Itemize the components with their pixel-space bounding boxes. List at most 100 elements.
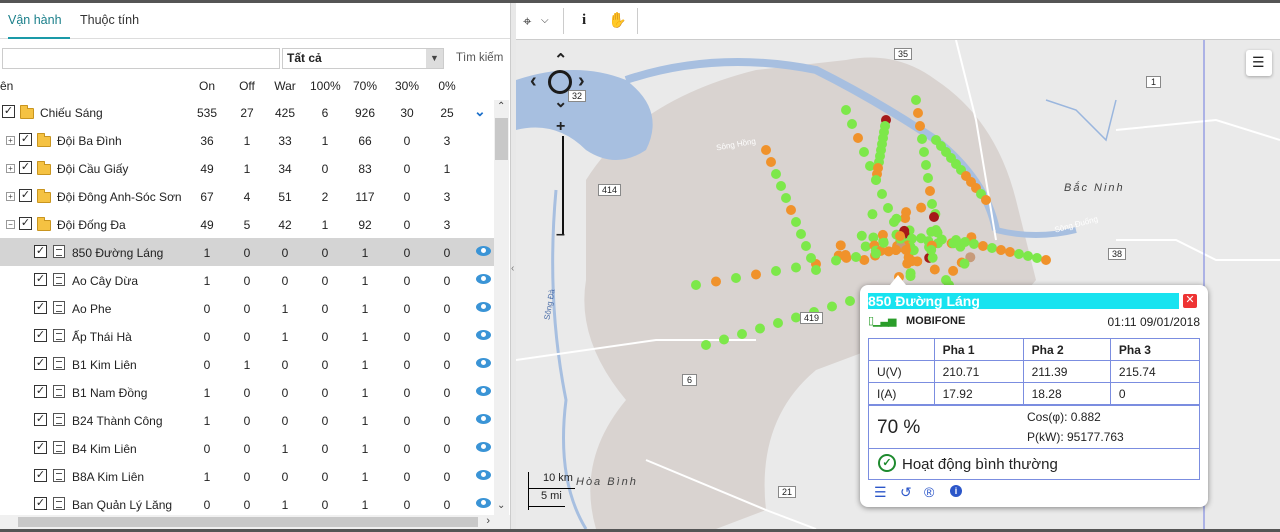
lamp-marker[interactable] xyxy=(916,233,927,244)
zoom-out-button[interactable]: – xyxy=(556,226,565,244)
zoom-slider[interactable] xyxy=(562,136,564,234)
column-header[interactable]: 30% xyxy=(392,79,422,93)
eye-icon[interactable] xyxy=(476,302,491,312)
eye-icon[interactable] xyxy=(476,358,491,368)
column-header[interactable]: ên xyxy=(0,79,13,93)
history-icon[interactable]: ↺ xyxy=(900,484,912,501)
column-header[interactable]: 70% xyxy=(350,79,380,93)
lamp-marker[interactable] xyxy=(701,340,711,350)
expand-icon[interactable]: + xyxy=(6,192,15,201)
lamp-marker[interactable] xyxy=(791,217,801,227)
collapse-icon[interactable]: − xyxy=(6,220,15,229)
lamp-marker[interactable] xyxy=(1041,255,1051,265)
scroll-right-icon[interactable]: › xyxy=(486,515,490,527)
status-filter-select[interactable]: Tất cả ▼ xyxy=(282,48,444,69)
lamp-marker[interactable] xyxy=(927,199,937,209)
lamp-marker[interactable] xyxy=(1005,247,1015,257)
tree-item-row[interactable]: ✓ 850 Đường Láng 1 0 0 0 1 0 0 xyxy=(0,238,494,266)
lamp-marker[interactable] xyxy=(751,269,761,280)
row-checkbox[interactable]: ✓ xyxy=(19,217,32,230)
lamp-marker[interactable] xyxy=(917,134,927,144)
pan-center-icon[interactable] xyxy=(548,70,572,94)
lamp-marker[interactable] xyxy=(859,147,869,157)
lamp-marker[interactable] xyxy=(921,160,931,170)
lamp-marker[interactable] xyxy=(856,230,867,241)
tree-group-row[interactable]: ✓ Chiếu Sáng 535 27 425 6 926 30 25 xyxy=(0,98,494,126)
lamp-marker[interactable] xyxy=(761,145,771,155)
lamp-marker[interactable] xyxy=(901,207,912,218)
tree-group-row[interactable]: − ✓ Đội Đống Đa 49 5 42 1 92 0 3 xyxy=(0,210,494,238)
lamp-marker[interactable] xyxy=(960,237,970,247)
lamp-marker[interactable] xyxy=(786,205,796,215)
row-checkbox[interactable]: ✓ xyxy=(34,413,47,426)
tree-item-row[interactable]: ✓ Ban Quản Lý Lăng 0 0 1 0 1 0 0 xyxy=(0,490,494,518)
lamp-marker[interactable] xyxy=(755,323,765,334)
lamp-marker[interactable] xyxy=(929,264,940,275)
lamp-marker[interactable] xyxy=(811,265,821,275)
lamp-marker[interactable] xyxy=(847,119,857,129)
lamp-marker[interactable] xyxy=(877,189,887,199)
eye-icon[interactable] xyxy=(476,470,491,480)
lamp-marker[interactable] xyxy=(871,248,881,259)
tree-group-row[interactable]: + ✓ Đội Cầu Giấy 49 1 34 0 83 0 1 xyxy=(0,154,494,182)
row-checkbox[interactable]: ✓ xyxy=(19,161,32,174)
eye-icon[interactable] xyxy=(476,246,491,256)
tree-item-row[interactable]: ✓ B8A Kim Liên 1 0 0 0 1 0 0 xyxy=(0,462,494,490)
pan-left-arrow-icon[interactable]: ‹ xyxy=(530,70,537,93)
pan-up-arrow-icon[interactable]: ⌃ xyxy=(554,50,567,70)
lamp-marker[interactable] xyxy=(776,181,786,191)
registered-icon[interactable]: ® xyxy=(924,484,934,500)
tree-item-row[interactable]: ✓ Ấp Thái Hà 0 0 1 0 1 0 0 xyxy=(0,322,494,350)
lamp-marker[interactable] xyxy=(996,245,1006,255)
tree-item-row[interactable]: ✓ B1 Nam Đồng 1 0 0 0 1 0 0 xyxy=(0,378,494,406)
lamp-marker[interactable] xyxy=(851,252,861,262)
zoom-in-button[interactable]: + xyxy=(556,118,565,136)
lamp-marker[interactable] xyxy=(773,318,783,328)
lamp-marker[interactable] xyxy=(891,245,901,255)
eye-icon[interactable] xyxy=(476,274,491,284)
lamp-marker[interactable] xyxy=(831,255,841,266)
eye-icon[interactable] xyxy=(476,414,491,424)
lamp-marker[interactable] xyxy=(691,280,701,290)
column-header[interactable]: Off xyxy=(232,79,262,93)
lamp-marker[interactable] xyxy=(925,186,935,196)
column-header[interactable]: 0% xyxy=(432,79,462,93)
row-checkbox[interactable]: ✓ xyxy=(34,469,47,482)
lamp-marker[interactable] xyxy=(1014,249,1024,259)
lamp-marker[interactable] xyxy=(771,169,781,179)
tree-item-row[interactable]: ✓ Ao Cây Dừa 1 0 0 0 1 0 0 xyxy=(0,266,494,294)
row-checkbox[interactable]: ✓ xyxy=(34,329,47,342)
lamp-marker[interactable] xyxy=(959,258,970,269)
lamp-marker[interactable] xyxy=(766,157,776,167)
lamp-marker[interactable] xyxy=(841,252,852,263)
eye-icon[interactable] xyxy=(476,386,491,396)
eye-icon[interactable] xyxy=(476,330,491,340)
tree-group-row[interactable]: + ✓ Đội Đông Anh-Sóc Sơn 67 4 51 2 117 0 3 xyxy=(0,182,494,210)
lamp-marker[interactable] xyxy=(913,108,923,118)
horizontal-scrollbar[interactable]: › xyxy=(0,515,510,529)
pan-down-arrow-icon[interactable]: ⌄ xyxy=(554,92,567,112)
lamp-marker[interactable] xyxy=(931,225,941,235)
lamp-marker[interactable] xyxy=(911,95,921,105)
lamp-marker[interactable] xyxy=(719,334,729,345)
row-checkbox[interactable]: ✓ xyxy=(2,105,15,118)
lamp-marker[interactable] xyxy=(987,243,997,253)
lamp-marker[interactable] xyxy=(801,241,811,251)
collapse-all-chevron-icon[interactable]: ⌄ xyxy=(474,103,486,120)
legend-button[interactable]: ☰ xyxy=(1246,50,1272,76)
lamp-marker[interactable] xyxy=(737,329,747,339)
tree-item-row[interactable]: ✓ Ao Phe 0 0 1 0 1 0 0 xyxy=(0,294,494,322)
lamp-marker[interactable] xyxy=(916,202,927,213)
lamp-marker[interactable] xyxy=(948,265,959,276)
row-checkbox[interactable]: ✓ xyxy=(34,441,47,454)
lamp-marker[interactable] xyxy=(978,241,988,251)
row-checkbox[interactable]: ✓ xyxy=(34,273,47,286)
row-checkbox[interactable]: ✓ xyxy=(19,189,32,202)
lamp-marker[interactable] xyxy=(889,217,899,227)
eye-icon[interactable] xyxy=(476,498,491,508)
pan-right-arrow-icon[interactable]: › xyxy=(578,70,585,93)
pan-hand-icon[interactable]: ✋ xyxy=(608,11,627,29)
lamp-marker[interactable] xyxy=(871,175,881,185)
tree-item-row[interactable]: ✓ B4 Kim Liên 0 0 1 0 1 0 0 xyxy=(0,434,494,462)
lamp-marker[interactable] xyxy=(901,245,911,255)
